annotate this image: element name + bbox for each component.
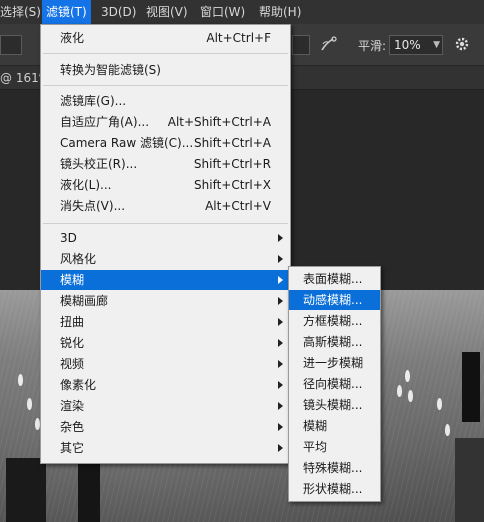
submenu-item-radial-blur[interactable]: 径向模糊... xyxy=(289,374,380,394)
smoothing-value: 10% xyxy=(394,38,421,52)
menu-3d[interactable]: 3D(D) xyxy=(101,0,136,24)
submenu-item-motion-blur[interactable]: 动感模糊... xyxy=(289,290,380,310)
menu-window[interactable]: 窗口(W) xyxy=(200,0,245,24)
brush-preset-dropdown[interactable] xyxy=(0,35,22,55)
menu-item-adaptive-wide-angle[interactable]: 自适应广角(A)... Alt+Shift+Ctrl+A xyxy=(41,112,290,132)
person-silhouette xyxy=(462,352,480,422)
menu-view[interactable]: 视图(V) xyxy=(146,0,188,24)
submenu-arrow-icon xyxy=(278,360,283,368)
raindrop xyxy=(27,398,32,410)
bollard xyxy=(6,458,46,522)
menu-item-convert-smart-filter[interactable]: 转换为智能滤镜(S) xyxy=(41,60,290,80)
submenu-item-shape-blur[interactable]: 形状模糊... xyxy=(289,479,380,499)
submenu-arrow-icon xyxy=(278,423,283,431)
blur-submenu: 表面模糊... 动感模糊... 方框模糊... 高斯模糊... 进一步模糊 径向… xyxy=(288,266,381,502)
menu-select[interactable]: 选择(S) xyxy=(0,0,41,24)
submenu-item-smart-blur[interactable]: 特殊模糊... xyxy=(289,458,380,478)
menu-item-sharpen[interactable]: 锐化 xyxy=(41,333,290,353)
submenu-arrow-icon xyxy=(278,339,283,347)
raindrop xyxy=(408,390,413,402)
menu-item-noise[interactable]: 杂色 xyxy=(41,417,290,437)
menu-separator xyxy=(43,53,288,54)
submenu-item-blur[interactable]: 模糊 xyxy=(289,416,380,436)
menu-item-blur[interactable]: 模糊 xyxy=(41,270,290,290)
submenu-item-lens-blur[interactable]: 镜头模糊... xyxy=(289,395,380,415)
menu-item-other[interactable]: 其它 xyxy=(41,438,290,458)
menu-item-camera-raw[interactable]: Camera Raw 滤镜(C)... Shift+Ctrl+A xyxy=(41,133,290,153)
chevron-down-icon[interactable]: ▼ xyxy=(433,36,440,54)
menu-filter[interactable]: 滤镜(T) xyxy=(42,0,91,24)
submenu-item-average[interactable]: 平均 xyxy=(289,437,380,457)
smoothing-input[interactable]: 10% ▼ xyxy=(389,35,443,55)
menu-item-filter-gallery[interactable]: 滤镜库(G)... xyxy=(41,91,290,111)
menu-item-liquify[interactable]: 液化(L)... Shift+Ctrl+X xyxy=(41,175,290,195)
menu-item-blur-gallery[interactable]: 模糊画廊 xyxy=(41,291,290,311)
submenu-arrow-icon xyxy=(278,276,283,284)
bollard-right xyxy=(455,438,484,522)
raindrop xyxy=(405,370,410,382)
submenu-item-blur-more[interactable]: 进一步模糊 xyxy=(289,353,380,373)
menu-item-lens-correction[interactable]: 镜头校正(R)... Shift+Ctrl+R xyxy=(41,154,290,174)
menu-item-vanishing-point[interactable]: 消失点(V)... Alt+Ctrl+V xyxy=(41,196,290,216)
menu-item-pixelate[interactable]: 像素化 xyxy=(41,375,290,395)
gear-icon[interactable] xyxy=(454,36,470,52)
submenu-item-gaussian-blur[interactable]: 高斯模糊... xyxy=(289,332,380,352)
menu-item-distort[interactable]: 扭曲 xyxy=(41,312,290,332)
submenu-arrow-icon xyxy=(278,234,283,242)
menu-separator xyxy=(43,223,288,224)
menu-separator xyxy=(43,85,288,86)
menu-item-3d[interactable]: 3D xyxy=(41,228,290,248)
airbrush-icon[interactable] xyxy=(320,36,338,52)
menu-item-stylize[interactable]: 风格化 xyxy=(41,249,290,269)
menu-item-liquify-last[interactable]: 液化 Alt+Ctrl+F xyxy=(41,28,290,48)
menu-item-video[interactable]: 视频 xyxy=(41,354,290,374)
raindrop xyxy=(437,398,442,410)
raindrop xyxy=(18,374,23,386)
menu-help[interactable]: 帮助(H) xyxy=(259,0,301,24)
flow-dropdown[interactable] xyxy=(292,35,310,55)
submenu-arrow-icon xyxy=(278,402,283,410)
submenu-arrow-icon xyxy=(278,444,283,452)
menu-item-render[interactable]: 渲染 xyxy=(41,396,290,416)
submenu-arrow-icon xyxy=(278,381,283,389)
submenu-arrow-icon xyxy=(278,297,283,305)
smoothing-label: 平滑: xyxy=(358,39,387,53)
submenu-arrow-icon xyxy=(278,255,283,263)
raindrop xyxy=(397,385,402,397)
raindrop xyxy=(445,424,450,436)
filter-menu: 液化 Alt+Ctrl+F 转换为智能滤镜(S) 滤镜库(G)... 自适应广角(… xyxy=(40,24,291,464)
menubar: 选择(S) 滤镜(T) 3D(D) 视图(V) 窗口(W) 帮助(H) xyxy=(0,0,484,24)
submenu-arrow-icon xyxy=(278,318,283,326)
submenu-item-box-blur[interactable]: 方框模糊... xyxy=(289,311,380,331)
submenu-item-surface-blur[interactable]: 表面模糊... xyxy=(289,269,380,289)
